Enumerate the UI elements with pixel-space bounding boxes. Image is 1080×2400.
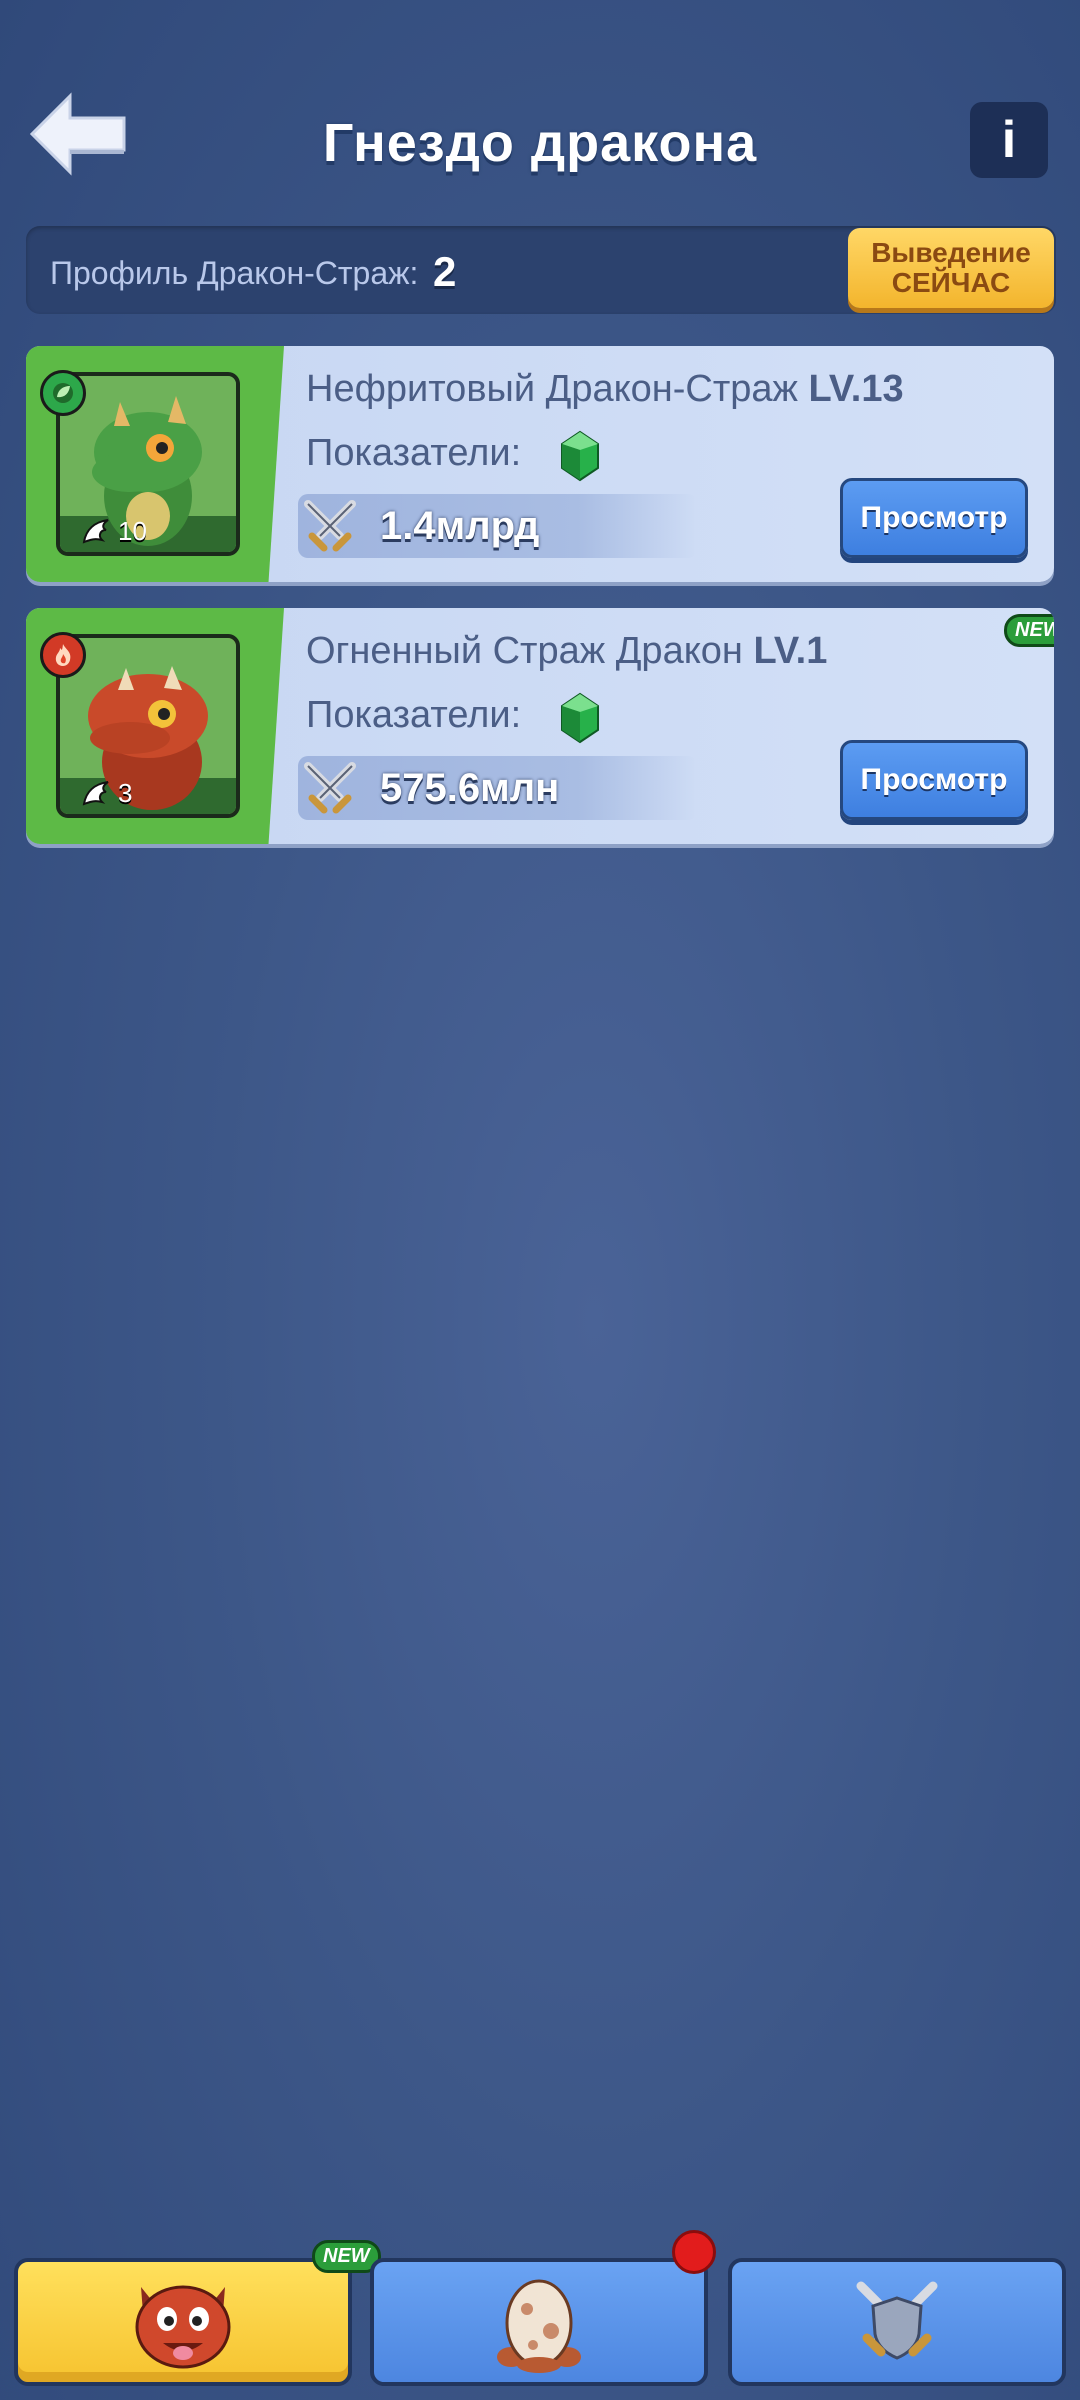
- power-value: 575.6млн: [380, 766, 560, 810]
- page-title: Гнездо дракона: [322, 113, 758, 173]
- green-gem-icon: [561, 430, 599, 482]
- tab-battle[interactable]: [728, 2258, 1066, 2386]
- view-button[interactable]: Просмотр: [840, 740, 1028, 820]
- stats-label: Показатели:: [306, 694, 522, 736]
- fire-icon: [55, 644, 71, 666]
- dragon-level: LV.1: [753, 630, 828, 672]
- dragon-level: LV.13: [808, 368, 904, 410]
- element-badge: [40, 632, 86, 678]
- dragon-card[interactable]: 10 Нефритовый Дракон-Страж LV.13 Показат…: [26, 346, 1054, 582]
- info-button[interactable]: i: [970, 102, 1048, 178]
- dragon-star-icon: [82, 781, 109, 806]
- dragon-star-count: 10: [118, 516, 147, 546]
- power-value: 1.4млрд: [380, 504, 540, 548]
- element-badge: [40, 370, 86, 416]
- new-badge: NEW: [1004, 614, 1054, 647]
- leaf-icon: [53, 383, 73, 403]
- dragon-star-count: 3: [118, 778, 133, 808]
- crossed-swords-icon: [304, 762, 356, 814]
- dragon-card[interactable]: 3 Огненный Страж Дракон LV.1 Показатели:…: [26, 608, 1054, 844]
- dragon-name: Нефритовый Дракон-Страж LV.13: [306, 368, 904, 410]
- breed-button-line2: СЕЙЧАС: [891, 267, 1011, 298]
- green-gem-icon: [561, 692, 599, 744]
- dragon-face-icon: [135, 2285, 231, 2369]
- shield-swords-icon: [856, 2281, 938, 2360]
- dragon-name: Огненный Страж Дракон LV.1: [306, 630, 828, 672]
- stats-label: Показатели:: [306, 432, 522, 474]
- egg-icon: [497, 2279, 581, 2373]
- breed-button-line1: Выведение: [871, 237, 1031, 268]
- notification-dot: [672, 2230, 716, 2274]
- breed-now-button[interactable]: Выведение СЕЙЧАС: [848, 228, 1054, 308]
- tab-egg[interactable]: [370, 2258, 708, 2386]
- profile-count: 2: [433, 248, 457, 295]
- crossed-swords-icon: [304, 500, 356, 552]
- dragon-star-icon: [82, 519, 109, 544]
- info-icon: i: [1001, 111, 1017, 169]
- profile-label: Профиль Дракон-Страж:: [50, 255, 419, 291]
- tab-dragon-nest[interactable]: [14, 2258, 352, 2386]
- view-button[interactable]: Просмотр: [840, 478, 1028, 558]
